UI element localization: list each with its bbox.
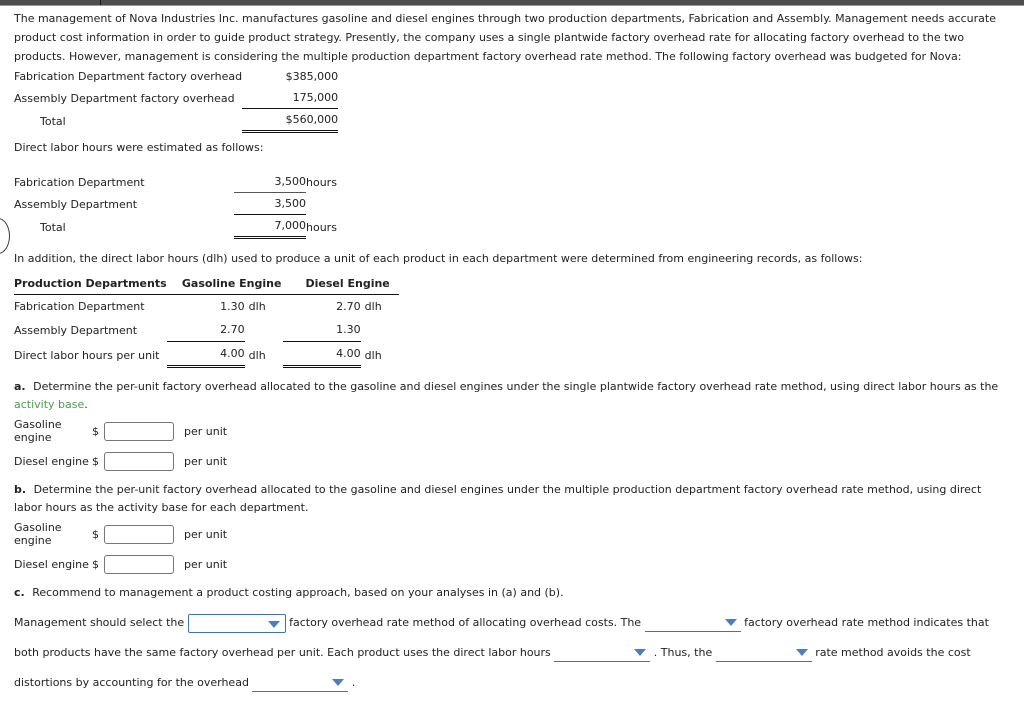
dept-row-label-2: Direct labor hours per unit [14, 348, 160, 362]
dept-row-gasoline-unit-2: dlh [248, 348, 266, 362]
labor-hours-table: Fabrication Department 3,500 hours Assem… [14, 171, 337, 239]
activity-base-glossary-link[interactable]: activity base [14, 398, 84, 411]
dept-row-diesel-2: 4.00 [282, 341, 361, 368]
answer-b-gasoline-label: Gasoline engine [14, 521, 62, 547]
answer-row-a-gasoline: Gasoline engine $ per unit [0, 414, 1024, 448]
answer-b-diesel-label: Diesel engine [14, 558, 89, 571]
answer-b-gasoline-suffix: per unit [184, 527, 228, 541]
dept-row-label-1: Assembly Department [14, 323, 138, 337]
c-sentence-part-6: . [351, 676, 356, 689]
dept-row-label-0: Fabrication Department [14, 300, 145, 313]
overhead-row-label-1: Assembly Department factory overhead [14, 91, 235, 105]
table-row: Fabrication Department 3,500 hours [14, 171, 337, 193]
labor-row-label-0: Fabrication Department [14, 175, 145, 189]
overhead-row-label-0: Fabrication Department factory overhead [14, 70, 243, 83]
answer-row-b-diesel: Diesel engine $ per unit [0, 551, 1024, 578]
table-row: Assembly Department factory overhead 175… [14, 87, 338, 109]
question-c: c. Recommend to management a product cos… [0, 578, 1024, 602]
table-row: Total $560,000 [14, 108, 339, 133]
table-row: Assembly Department 3,500 [14, 192, 337, 215]
answer-row-b-gasoline: Gasoline engine $ per unit [0, 517, 1024, 551]
method-select-4[interactable] [715, 644, 812, 662]
chevron-down-icon [795, 648, 808, 656]
overhead-row-value-1: 175,000 [292, 91, 339, 104]
chevron-down-icon [332, 678, 345, 686]
labor-row-unit-1 [306, 193, 337, 215]
question-b: b. Determine the per-unit factory overhe… [0, 475, 1024, 517]
overhead-row-label-2: Total [40, 114, 66, 128]
question-a-text: Determine the per-unit factory overhead … [33, 380, 999, 393]
usage-select-3[interactable] [554, 644, 651, 662]
table-row: Direct labor hours per unit 4.00 dlh 4.0… [14, 341, 399, 368]
answer-a-gasoline-suffix: per unit [184, 424, 228, 438]
labor-row-label-2: Total [40, 220, 66, 234]
dept-row-diesel-1: 1.30 [336, 323, 361, 336]
answer-b-gasoline-input[interactable] [104, 524, 174, 544]
labor-row-value-1: 3,500 [234, 192, 306, 215]
question-c-mark: c. [14, 586, 25, 599]
dept-row-gasoline-unit-1 [245, 318, 283, 342]
overhead-table: Fabrication Department factory overhead … [14, 66, 339, 133]
answer-a-gasoline-input[interactable] [104, 421, 174, 441]
dept-row-gasoline-2: 4.00 [166, 341, 245, 368]
answer-a-gasoline-label: Gasoline engine [14, 418, 62, 444]
question-a-text-after: . [84, 398, 88, 411]
overhead-select-5[interactable] [252, 674, 349, 692]
labor-row-unit-2: hours [306, 220, 337, 234]
problem-page: The management of Nova Industries Inc. m… [0, 6, 1024, 698]
dept-header-1: Gasoline Engine [166, 274, 283, 295]
answer-a-diesel-input[interactable] [104, 452, 174, 471]
answer-a-diesel-label: Diesel engine [14, 455, 89, 468]
c-sentence-part-4: . Thus, the [653, 646, 713, 659]
chevron-down-icon [724, 618, 737, 626]
question-a: a. Determine the per-unit factory overhe… [0, 368, 1024, 414]
method-select-1[interactable] [187, 613, 286, 633]
answer-a-diesel-currency: $ [92, 455, 99, 468]
c-sentence-part-2: factory overhead rate method of allocati… [289, 616, 642, 629]
table-row: Fabrication Department 1.30 dlh 2.70 dlh [14, 295, 399, 319]
labor-row-value-2: 7,000 [234, 214, 306, 239]
question-a-mark: a. [14, 380, 26, 393]
department-dlh-table: Production Departments Gasoline Engine D… [14, 274, 399, 368]
overhead-row-value-2: $560,000 [242, 108, 339, 133]
question-c-sentence: Management should select the factory ove… [0, 602, 1024, 698]
dlh-lead: In addition, the direct labor hours (dlh… [14, 252, 863, 265]
dept-row-diesel-unit-1 [361, 318, 399, 342]
table-row: Total 7,000 hours [14, 214, 337, 239]
overhead-row-value-0: $385,000 [285, 70, 339, 83]
answer-row-a-diesel: Diesel engine $ per unit [0, 448, 1024, 475]
dept-row-gasoline-1: 2.70 [220, 323, 245, 336]
dept-row-gasoline-0: 1.30 [220, 300, 245, 313]
answer-b-diesel-input[interactable] [104, 555, 174, 574]
labor-row-label-1: Assembly Department [14, 197, 138, 211]
chevron-down-icon [267, 621, 280, 628]
answer-a-gasoline-currency: $ [92, 424, 99, 438]
answer-b-diesel-currency: $ [92, 558, 99, 571]
table-row: Fabrication Department factory overhead … [14, 66, 338, 87]
answer-b-gasoline-currency: $ [92, 527, 99, 541]
question-b-text: Determine the per-unit factory overhead … [14, 483, 982, 514]
labor-row-value-0: 3,500 [274, 175, 307, 188]
dept-row-diesel-unit-0: dlh [364, 300, 382, 313]
answer-b-diesel-suffix: per unit [184, 558, 228, 571]
table-header-row: Production Departments Gasoline Engine D… [14, 274, 399, 295]
answer-a-diesel-suffix: per unit [184, 455, 228, 468]
dept-row-diesel-0: 2.70 [336, 300, 361, 313]
dept-header-2: Diesel Engine [282, 274, 399, 295]
dept-row-diesel-unit-2: dlh [364, 348, 382, 362]
intro-paragraph: The management of Nova Industries Inc. m… [14, 12, 996, 63]
dept-row-gasoline-unit-0: dlh [248, 300, 266, 313]
labor-hours-lead: Direct labor hours were estimated as fol… [14, 141, 264, 154]
method-select-2[interactable] [644, 614, 741, 632]
dept-header-0: Production Departments [14, 274, 167, 295]
c-sentence-part-1: Management should select the [14, 616, 185, 629]
labor-row-unit-0: hours [306, 175, 337, 189]
chevron-down-icon [634, 648, 647, 656]
top-bar-divider [100, 0, 101, 5]
question-c-text: Recommend to management a product costin… [32, 586, 564, 599]
question-b-mark: b. [14, 483, 27, 496]
table-row: Assembly Department 2.70 1.30 [14, 318, 399, 342]
